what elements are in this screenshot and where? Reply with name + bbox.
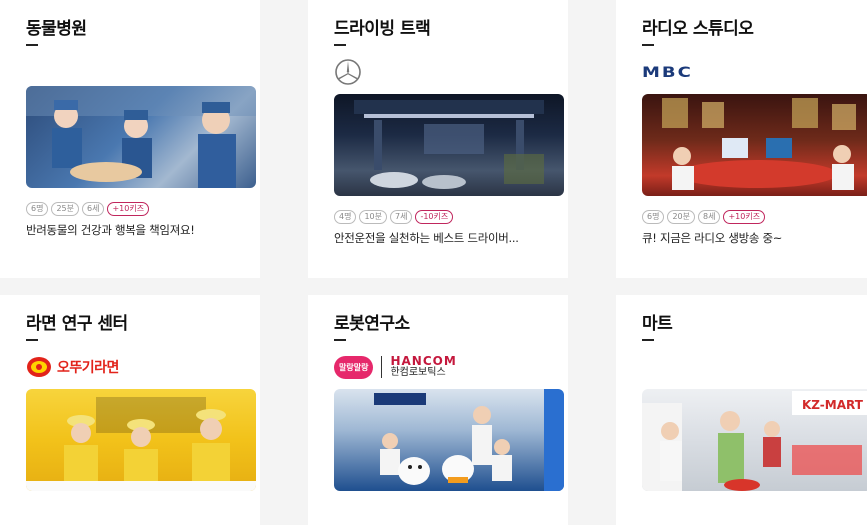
card-photo[interactable]: KZ-MART xyxy=(642,389,867,491)
mart-scene-image: KZ-MART xyxy=(642,391,867,491)
hancom-logo: HANCOM 한컴로보틱스 xyxy=(390,355,456,379)
tag-duration: 20분 xyxy=(667,210,695,224)
title-divider xyxy=(334,44,346,46)
mercedes-star-icon xyxy=(335,59,361,85)
program-card-mart[interactable]: 마트 KZ-MART xyxy=(616,295,867,525)
ottogi-logo-icon xyxy=(27,357,51,377)
card-photo[interactable] xyxy=(642,94,867,196)
driving-scene-image xyxy=(354,100,544,189)
logo-area xyxy=(642,351,860,383)
card-photo[interactable] xyxy=(26,86,256,188)
program-card-animal-hospital[interactable]: 동물병원 6명 25분 6세 +10키즈 반려동물의 건강과 행복을 책임져요! xyxy=(0,0,260,278)
hancom-brand-text: HANCOM xyxy=(390,354,457,368)
tag-duration: 10분 xyxy=(359,210,387,224)
card-title: 라디오 스튜디오 xyxy=(642,19,754,39)
tag-age: 8세 xyxy=(698,210,721,224)
logo-separator xyxy=(381,356,383,378)
title-divider xyxy=(334,339,346,341)
hancom-robotics-text: 한컴로보틱스 xyxy=(390,367,446,378)
logo-area xyxy=(26,56,234,80)
mallang-badge: 말랑말랑 xyxy=(334,355,374,379)
card-title: 마트 xyxy=(642,314,673,334)
tag-kidzo: +10키즈 xyxy=(107,202,150,216)
card-description: 반려동물의 건강과 행복을 책임져요! xyxy=(26,223,195,237)
card-title: 로봇연구소 xyxy=(334,314,410,334)
mbc-logo: MBC xyxy=(642,63,693,81)
ramen-scene-image xyxy=(26,397,256,491)
tag-list: 4명 10분 7세 -10키즈 xyxy=(334,210,542,224)
tag-capacity: 4명 xyxy=(334,210,357,224)
program-card-robot-lab[interactable]: 로봇연구소 말랑말랑 HANCOM 한컴로보틱스 xyxy=(308,295,568,525)
logo-area: MBC xyxy=(642,56,860,88)
logo-area xyxy=(334,56,542,88)
robot-scene-image xyxy=(374,389,564,491)
title-divider xyxy=(642,44,654,46)
tag-duration: 25분 xyxy=(51,202,79,216)
program-card-ramen-lab[interactable]: 라면 연구 센터 오뚜기라면 xyxy=(0,295,260,525)
title-divider xyxy=(642,339,654,341)
ottogi-brand-text: 오뚜기라면 xyxy=(57,360,119,376)
mart-sign: KZ-MART xyxy=(802,398,864,412)
logo-area: 오뚜기라면 xyxy=(26,351,234,383)
program-card-driving-track[interactable]: 드라이빙 트랙 4명 10분 7세 -10키즈 안전운전을 실천하는 베스트 드… xyxy=(308,0,568,278)
vet-scene-image xyxy=(26,86,256,188)
tag-list: 6명 25분 6세 +10키즈 xyxy=(26,202,234,216)
card-title: 드라이빙 트랙 xyxy=(334,19,431,39)
card-photo[interactable] xyxy=(26,389,256,491)
card-description: 안전운전을 실천하는 베스트 드라이버... xyxy=(334,231,519,245)
tag-capacity: 6명 xyxy=(26,202,49,216)
radio-scene-image xyxy=(662,98,856,190)
card-photo[interactable] xyxy=(334,94,564,196)
card-title: 동물병원 xyxy=(26,19,87,39)
tag-age: 7세 xyxy=(390,210,413,224)
tag-kidzo: -10키즈 xyxy=(415,210,454,224)
title-divider xyxy=(26,339,38,341)
card-photo[interactable] xyxy=(334,389,564,491)
tag-list: 6명 20분 8세 +10키즈 xyxy=(642,210,860,224)
program-card-radio-studio[interactable]: 라디오 스튜디오 MBC 6명 20분 8세 +10키즈 큐! 지금은 라디오 … xyxy=(616,0,867,278)
tag-capacity: 6명 xyxy=(642,210,665,224)
card-description: 큐! 지금은 라디오 생방송 중~ xyxy=(642,231,783,245)
logo-area: 말랑말랑 HANCOM 한컴로보틱스 xyxy=(334,351,542,383)
tag-age: 6세 xyxy=(82,202,105,216)
title-divider xyxy=(26,44,38,46)
tag-kidzo: +10키즈 xyxy=(723,210,766,224)
card-title: 라면 연구 센터 xyxy=(26,314,128,334)
